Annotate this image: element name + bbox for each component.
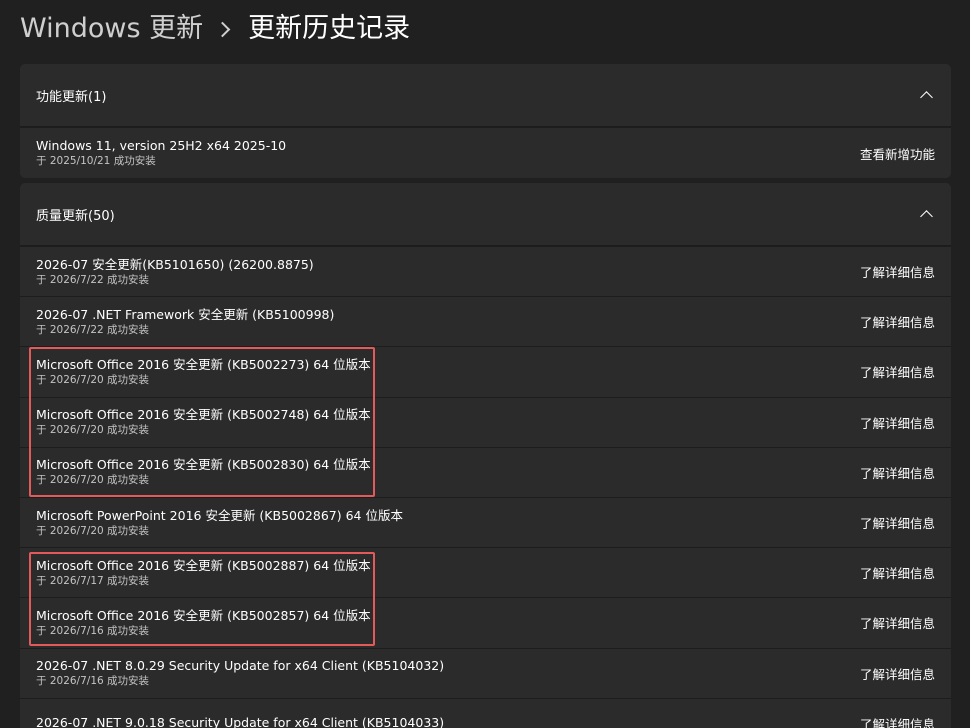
learn-more-link[interactable]: 了解详细信息 bbox=[860, 714, 935, 728]
update-title: Microsoft PowerPoint 2016 安全更新 (KB500286… bbox=[36, 507, 403, 523]
update-title: Microsoft Office 2016 安全更新 (KB5002273) 6… bbox=[36, 356, 371, 372]
chevron-up-icon[interactable] bbox=[920, 91, 933, 104]
list-item: Microsoft Office 2016 安全更新 (KB5002273) 6… bbox=[20, 346, 951, 397]
learn-more-link[interactable]: 了解详细信息 bbox=[860, 413, 935, 432]
update-install-date: 于 2025/10/21 成功安装 bbox=[36, 155, 156, 167]
quality-updates-group: 质量更新(50) 2026-07 安全更新(KB5101650) (26200.… bbox=[20, 183, 951, 728]
update-install-date: 于 2026/7/20 成功安装 bbox=[36, 424, 150, 437]
learn-more-link[interactable]: 了解详细信息 bbox=[860, 312, 935, 331]
update-history-page: Windows 更新 更新历史记录 功能更新(1) Windows 11, ve… bbox=[0, 0, 970, 728]
quality-updates-header[interactable]: 质量更新(50) bbox=[20, 183, 951, 246]
learn-more-link[interactable]: 了解详细信息 bbox=[860, 262, 935, 281]
update-install-date: 于 2026/7/20 成功安装 bbox=[36, 524, 150, 537]
list-item: Microsoft Office 2016 安全更新 (KB5002830) 6… bbox=[20, 446, 951, 497]
list-item: Microsoft PowerPoint 2016 安全更新 (KB500286… bbox=[20, 496, 951, 548]
update-title: 2026-07 安全更新(KB5101650) (26200.8875) bbox=[36, 256, 314, 272]
feature-updates-title: 功能更新(1) bbox=[36, 89, 107, 105]
update-title: Microsoft Office 2016 安全更新 (KB5002887) 6… bbox=[36, 557, 371, 573]
list-item: 2026-07 .NET 8.0.29 Security Update for … bbox=[20, 647, 951, 698]
breadcrumb: Windows 更新 更新历史记录 bbox=[20, 10, 410, 48]
update-install-date: 于 2026/7/17 成功安装 bbox=[36, 574, 150, 587]
update-install-date: 于 2026/7/22 成功安装 bbox=[36, 273, 150, 286]
update-install-date: 于 2026/7/16 成功安装 bbox=[36, 675, 150, 688]
list-item: Microsoft Office 2016 安全更新 (KB5002887) 6… bbox=[20, 547, 951, 598]
breadcrumb-windows-update[interactable]: Windows 更新 bbox=[20, 10, 203, 48]
learn-more-link[interactable]: 了解详细信息 bbox=[860, 463, 935, 482]
learn-more-link[interactable]: 了解详细信息 bbox=[860, 664, 935, 683]
quality-updates-title: 质量更新(50) bbox=[36, 208, 115, 224]
update-title: 2026-07 .NET 9.0.18 Security Update for … bbox=[36, 715, 445, 728]
list-item: Microsoft Office 2016 安全更新 (KB5002857) 6… bbox=[20, 597, 951, 648]
update-title: 2026-07 .NET 8.0.29 Security Update for … bbox=[36, 658, 445, 674]
learn-more-link[interactable]: 了解详细信息 bbox=[860, 362, 935, 381]
list-item: 2026-07 .NET 9.0.18 Security Update for … bbox=[20, 697, 951, 728]
feature-updates-header[interactable]: 功能更新(1) bbox=[20, 64, 951, 127]
update-title: Microsoft Office 2016 安全更新 (KB5002830) 6… bbox=[36, 457, 371, 473]
list-item: Microsoft Office 2016 安全更新 (KB5002748) 6… bbox=[20, 396, 951, 447]
learn-more-link[interactable]: 了解详细信息 bbox=[860, 563, 935, 582]
update-install-date: 于 2026/7/20 成功安装 bbox=[36, 474, 150, 487]
list-item: Windows 11, version 25H2 x64 2025-10 于 2… bbox=[20, 127, 951, 178]
update-title: Microsoft Office 2016 安全更新 (KB5002857) 6… bbox=[36, 607, 371, 623]
update-title: Windows 11, version 25H2 x64 2025-10 bbox=[36, 138, 287, 153]
update-install-date: 于 2026/7/16 成功安装 bbox=[36, 624, 150, 637]
view-new-features-link[interactable]: 查看新增功能 bbox=[860, 144, 935, 163]
list-item: 2026-07 安全更新(KB5101650) (26200.8875) 于 2… bbox=[20, 246, 951, 297]
update-title: 2026-07 .NET Framework 安全更新 (KB5100998) bbox=[36, 306, 335, 322]
learn-more-link[interactable]: 了解详细信息 bbox=[860, 513, 935, 532]
update-install-date: 于 2026/7/22 成功安装 bbox=[36, 323, 150, 336]
page-title: 更新历史记录 bbox=[248, 13, 411, 44]
chevron-right-icon bbox=[214, 21, 231, 37]
learn-more-link[interactable]: 了解详细信息 bbox=[860, 613, 935, 632]
list-item: 2026-07 .NET Framework 安全更新 (KB5100998) … bbox=[20, 296, 951, 347]
feature-updates-group: 功能更新(1) Windows 11, version 25H2 x64 202… bbox=[20, 64, 951, 178]
chevron-up-icon[interactable] bbox=[920, 210, 933, 223]
update-title: Microsoft Office 2016 安全更新 (KB5002748) 6… bbox=[36, 407, 371, 423]
update-install-date: 于 2026/7/20 成功安装 bbox=[36, 373, 150, 386]
